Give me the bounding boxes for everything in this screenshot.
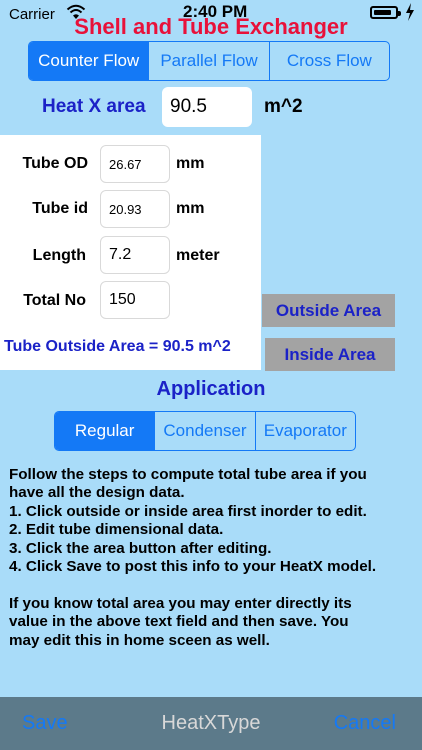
total-no-field[interactable]: 150 [100,281,170,319]
segment-condenser[interactable]: Condenser [154,412,254,450]
cancel-button[interactable]: Cancel [334,697,396,750]
page-title: Shell and Tube Exchanger [74,14,348,39]
length-field[interactable]: 7.2 [100,236,170,274]
tube-id-unit: mm [176,200,205,217]
segment-regular[interactable]: Regular [55,412,155,450]
save-button[interactable]: Save [22,697,68,750]
tube-id-label: Tube id [32,200,88,217]
segment-cross-flow[interactable]: Cross Flow [268,42,389,80]
application-segmented-control: Regular Condenser Evaporator [54,411,356,451]
tube-id-field[interactable]: 20.93 [100,190,170,228]
tube-outside-area-result: Tube Outside Area = 90.5 m^2 [4,338,231,355]
note-line: may edit this in home sceen as well. [9,631,270,649]
note-line: value in the above text field and then s… [9,613,349,631]
bottom-toolbar: HeatXType Save Cancel [0,697,422,750]
instruction-line: 2. Edit tube dimensional data. [9,521,224,539]
instruction-line: Follow the steps to compute total tube a… [9,466,367,483]
tube-od-field[interactable]: 26.67 [100,145,170,183]
note-line: If you know total area you may enter dir… [9,594,352,612]
tube-od-label: Tube OD [22,155,88,172]
heatx-area-unit: m^2 [264,96,303,117]
outside-area-button[interactable]: Outside Area [262,294,395,327]
heatx-area-label: Heat X area [42,96,146,117]
instruction-line: 1. Click outside or inside area first in… [9,502,367,520]
segment-evaporator[interactable]: Evaporator [254,412,355,450]
instructions-text: Follow the steps to compute total tube a… [9,466,414,650]
instruction-line: 4. Click Save to post this info to your … [9,558,377,576]
instruction-line: have all the design data. [9,484,185,502]
segment-parallel-flow[interactable]: Parallel Flow [148,42,268,80]
flow-type-segmented-control: Counter Flow Parallel Flow Cross Flow [28,41,390,81]
tube-od-unit: mm [176,155,205,172]
segment-counter-flow[interactable]: Counter Flow [29,42,149,80]
length-unit: meter [176,247,220,264]
inside-area-button[interactable]: Inside Area [265,338,395,371]
length-label: Length [32,247,86,264]
application-heading: Application [156,378,266,400]
heatx-area-field[interactable]: 90.5 [162,87,252,127]
total-no-label: Total No [23,292,86,309]
instruction-line: 3. Click the area button after editing. [9,539,272,557]
